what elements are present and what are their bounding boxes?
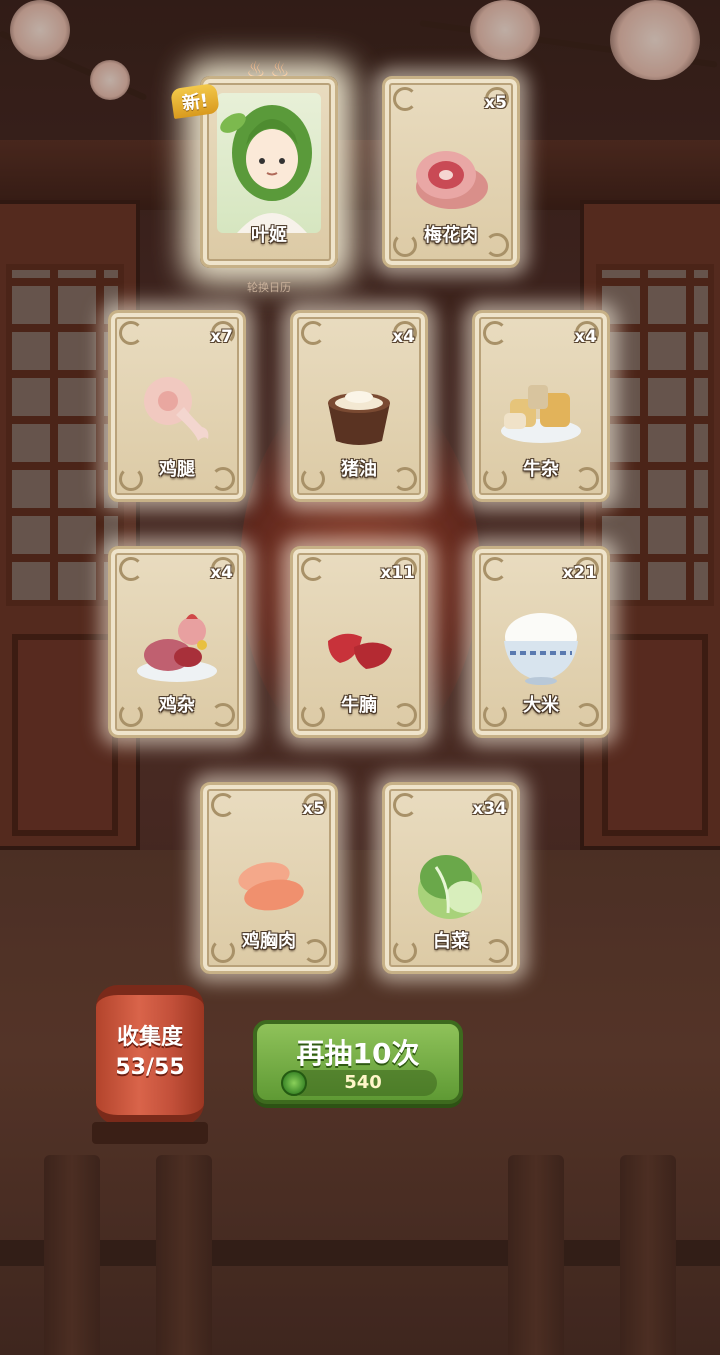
card-name: 鸡杂 <box>159 695 195 716</box>
chicken-breast-icon <box>238 862 304 911</box>
reward-card[interactable]: x34 白菜 <box>382 782 520 974</box>
item-count: x4 <box>210 563 233 583</box>
collection-lantern[interactable]: 收集度 53/55 <box>96 985 204 1125</box>
reward-card[interactable]: x11 牛腩 <box>290 546 428 738</box>
reward-card[interactable]: x4 猪油 <box>290 310 428 502</box>
jade-coin-icon <box>281 1070 307 1096</box>
item-count: x4 <box>574 327 597 347</box>
item-count: x7 <box>210 327 233 347</box>
collection-label: 收集度 <box>116 1025 183 1050</box>
item-count: x11 <box>380 563 415 583</box>
beef-brisket-icon <box>328 633 392 669</box>
card-name: 鸡腿 <box>159 459 195 480</box>
reward-card[interactable]: x4 牛杂 <box>472 310 610 502</box>
beef-offal-icon <box>501 385 581 443</box>
card-name: 梅花肉 <box>424 225 478 246</box>
draw-again-label: 再抽10次 <box>296 1037 420 1070</box>
pork-icon <box>416 151 488 209</box>
item-count: x5 <box>302 799 325 819</box>
draw-cost: 540 <box>281 1070 437 1096</box>
reward-card[interactable]: x5 梅花肉 <box>382 76 520 268</box>
card-name: 牛腩 <box>341 695 377 716</box>
chicken-leg-icon <box>144 377 209 441</box>
card-name: 牛杂 <box>523 459 559 480</box>
chicken-offal-icon <box>137 614 217 682</box>
reward-card-character[interactable]: 叶姬 <box>200 76 338 268</box>
cabbage-icon <box>418 855 482 919</box>
item-count: x5 <box>484 93 507 113</box>
lard-icon <box>328 391 390 445</box>
draw-cost-value: 540 <box>344 1072 382 1093</box>
item-count: x4 <box>392 327 415 347</box>
card-name: 鸡胸肉 <box>242 931 296 952</box>
card-name: 大米 <box>523 695 559 716</box>
collection-progress: 53/55 <box>115 1055 185 1080</box>
card-name: 白菜 <box>433 931 469 952</box>
item-count: x34 <box>472 799 507 819</box>
item-count: x21 <box>562 563 597 583</box>
lantern-stand <box>92 1122 208 1144</box>
draw-again-button[interactable]: 再抽10次 540 <box>253 1020 463 1104</box>
card-name: 猪油 <box>341 459 377 480</box>
character-portrait <box>217 93 321 233</box>
reward-card[interactable]: x5 鸡胸肉 <box>200 782 338 974</box>
reward-card[interactable]: x21 大米 <box>472 546 610 738</box>
card-name: 叶姬 <box>251 225 287 246</box>
reward-card[interactable]: x4 鸡杂 <box>108 546 246 738</box>
rice-bowl-icon <box>504 613 578 685</box>
rotation-caption: 轮换日历 <box>247 281 291 294</box>
reward-card[interactable]: x7 鸡腿 <box>108 310 246 502</box>
